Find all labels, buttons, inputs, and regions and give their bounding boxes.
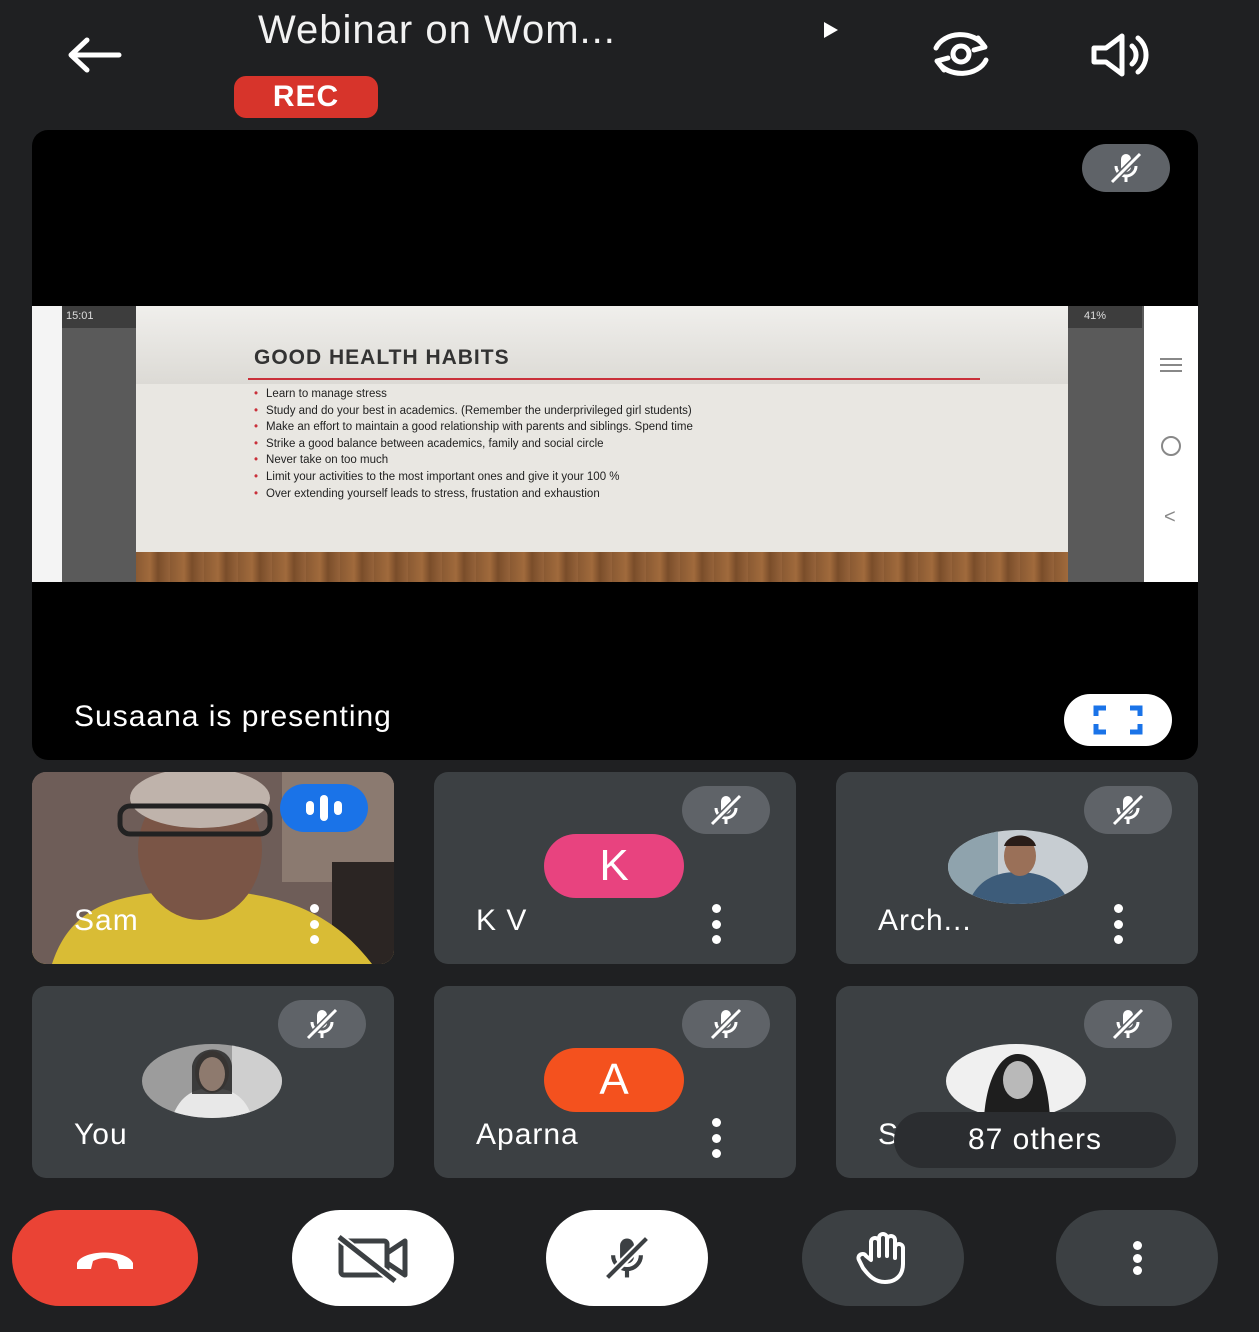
participant-name: K V bbox=[476, 904, 528, 937]
microphone-toggle-button[interactable] bbox=[546, 1210, 708, 1306]
participant-menu-button[interactable] bbox=[1108, 904, 1128, 944]
mic-off-icon bbox=[1111, 1007, 1145, 1041]
nav-back-icon: < bbox=[1164, 506, 1176, 528]
profile-photo bbox=[142, 1044, 282, 1118]
presentation-view[interactable]: 15:01 41% GOOD HEALTH HABITS Learn to ma… bbox=[32, 130, 1198, 760]
speaker-icon[interactable] bbox=[1088, 30, 1158, 80]
presenter-muted-badge bbox=[1082, 144, 1170, 192]
home-circle-icon bbox=[1161, 436, 1181, 456]
slide-bullets: Learn to manage stress Study and do your… bbox=[254, 386, 693, 502]
participant-name: Sam bbox=[74, 904, 139, 937]
expand-details-icon[interactable] bbox=[818, 18, 842, 42]
top-bar: Webinar on Wom... REC bbox=[0, 0, 1259, 130]
more-vertical-icon bbox=[1127, 1241, 1147, 1275]
hand-icon bbox=[856, 1232, 905, 1284]
participant-tile-aparna[interactable]: A Aparna bbox=[434, 986, 796, 1178]
mic-off-icon bbox=[709, 1007, 743, 1041]
fullscreen-button[interactable] bbox=[1064, 694, 1172, 746]
shared-screen-battery: 41% bbox=[1083, 310, 1106, 322]
slide-bullet: Limit your activities to the most import… bbox=[254, 469, 693, 486]
participant-tile-arch[interactable]: Arch... bbox=[836, 772, 1198, 964]
shared-nav-bar: < bbox=[1144, 306, 1198, 582]
slide-bullet: Strike a good balance between academics,… bbox=[254, 436, 693, 453]
slide-title: GOOD HEALTH HABITS bbox=[254, 346, 510, 369]
participant-menu-button[interactable] bbox=[304, 904, 324, 944]
shared-screen: 15:01 41% GOOD HEALTH HABITS Learn to ma… bbox=[32, 306, 1198, 582]
participant-name: Arch... bbox=[878, 904, 972, 937]
letter-avatar: A bbox=[544, 1048, 684, 1112]
camera-off-icon bbox=[336, 1233, 408, 1283]
profile-photo bbox=[948, 830, 1088, 904]
muted-badge bbox=[682, 1000, 770, 1048]
slide-bullet: Make an effort to maintain a good relati… bbox=[254, 419, 693, 436]
participant-tile-you[interactable]: You bbox=[32, 986, 394, 1178]
shared-screen-time: 15:01 bbox=[66, 310, 94, 322]
mic-off-icon bbox=[604, 1235, 650, 1281]
back-arrow-icon bbox=[68, 37, 122, 73]
phone-hangup-icon bbox=[77, 1252, 133, 1269]
slide-bullet: Over extending yourself leads to stress,… bbox=[254, 486, 693, 503]
muted-badge bbox=[682, 786, 770, 834]
slide-floor-image bbox=[136, 552, 1068, 582]
participant-tile-kv[interactable]: K K V bbox=[434, 772, 796, 964]
participant-name: Aparna bbox=[476, 1118, 579, 1151]
camera-toggle-button[interactable] bbox=[292, 1210, 454, 1306]
participant-menu-button[interactable] bbox=[706, 1118, 726, 1158]
slide-divider bbox=[248, 378, 980, 380]
mic-off-icon bbox=[1109, 151, 1143, 185]
muted-badge bbox=[1084, 1000, 1172, 1048]
profile-photo bbox=[946, 1044, 1086, 1118]
end-call-button[interactable] bbox=[12, 1210, 198, 1306]
back-button[interactable] bbox=[58, 28, 128, 82]
mic-off-icon bbox=[1111, 793, 1145, 827]
menu-icon bbox=[1160, 358, 1182, 376]
fullscreen-icon bbox=[1093, 705, 1143, 735]
slide-bullet: Never take on too much bbox=[254, 452, 693, 469]
letter-avatar: K bbox=[544, 834, 684, 898]
recording-badge: REC bbox=[234, 76, 378, 118]
mic-off-icon bbox=[709, 793, 743, 827]
muted-badge bbox=[278, 1000, 366, 1048]
more-options-button[interactable] bbox=[1056, 1210, 1218, 1306]
others-count-pill[interactable]: 87 others bbox=[894, 1112, 1176, 1168]
mic-off-icon bbox=[305, 1007, 339, 1041]
participant-name: You bbox=[74, 1118, 128, 1151]
participant-menu-button[interactable] bbox=[706, 904, 726, 944]
raise-hand-button[interactable] bbox=[802, 1210, 964, 1306]
participant-tile-others[interactable]: Se 87 others bbox=[836, 986, 1198, 1178]
slide: GOOD HEALTH HABITS Learn to manage stres… bbox=[136, 306, 1068, 582]
switch-camera-icon[interactable] bbox=[922, 26, 1000, 82]
slide-bullet: Learn to manage stress bbox=[254, 386, 693, 403]
meeting-title[interactable]: Webinar on Wom... bbox=[258, 8, 616, 53]
participant-tile-sam[interactable]: Sam bbox=[32, 772, 394, 964]
speaking-indicator bbox=[280, 784, 368, 832]
muted-badge bbox=[1084, 786, 1172, 834]
slide-bullet: Study and do your best in academics. (Re… bbox=[254, 403, 693, 420]
presenting-label: Susaana is presenting bbox=[74, 700, 392, 733]
